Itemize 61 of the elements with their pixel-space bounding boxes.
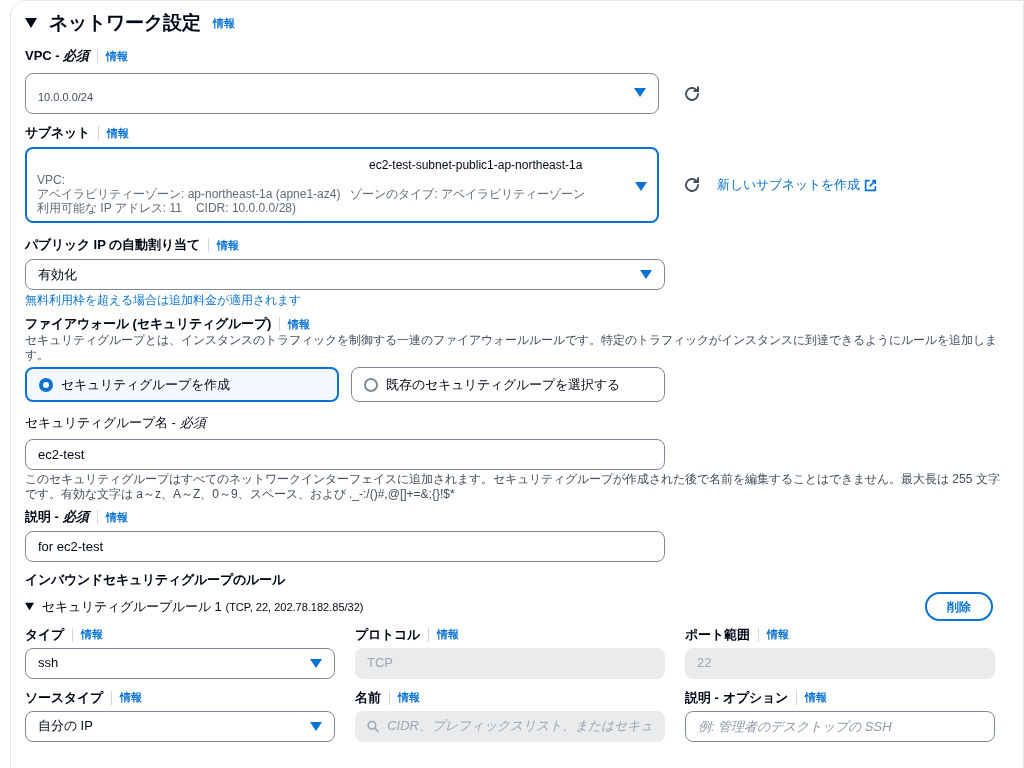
radio-option[interactable]: 既存のセキュリティグループを選択する bbox=[351, 367, 665, 402]
radio-option[interactable]: セキュリティグループを作成 bbox=[25, 367, 339, 402]
rule-toggle[interactable]: セキュリティグループルール 1 (TCP, 22, 202.78.182.85/32) bbox=[25, 596, 364, 617]
info-link[interactable]: 情報 bbox=[288, 315, 311, 333]
radio-icon bbox=[39, 377, 53, 392]
input-field: 22 bbox=[685, 647, 995, 679]
field-label: セキュリティグループ名 - 必須 bbox=[25, 415, 206, 430]
select-field[interactable]: ssh bbox=[25, 647, 335, 679]
vpc-select[interactable]: 10.0.0.0/24 bbox=[25, 73, 659, 114]
field-label: ソースタイプ bbox=[25, 688, 103, 707]
field-label: 説明 - オプション bbox=[685, 688, 788, 707]
section-toggle[interactable]: ネットワーク設定 bbox=[25, 8, 201, 38]
select-field[interactable]: 自分の IP bbox=[25, 710, 335, 742]
info-link[interactable]: 情報 bbox=[804, 689, 827, 706]
field-label: パブリック IP の自動割り当て bbox=[25, 236, 201, 255]
input-field[interactable]: for ec2-test bbox=[25, 531, 665, 562]
subnet-cidr: CIDR: 10.0.0.0/28) bbox=[195, 200, 296, 215]
subnet-vpc: VPC: bbox=[37, 172, 66, 187]
input-field[interactable]: ec2-test bbox=[25, 439, 665, 470]
info-link[interactable]: 情報 bbox=[437, 626, 459, 643]
dropdown-caret-icon bbox=[634, 88, 646, 97]
info-link[interactable]: 情報 bbox=[120, 689, 142, 706]
public-ip-select[interactable]: 有効化 bbox=[25, 259, 665, 290]
info-link[interactable]: 情報 bbox=[106, 47, 129, 65]
search-icon bbox=[367, 719, 380, 733]
refresh-icon[interactable] bbox=[683, 84, 701, 103]
field-label: ファイアウォール (セキュリティグループ) bbox=[25, 315, 272, 334]
delete-button[interactable]: 削除 bbox=[925, 592, 993, 621]
dropdown-caret-icon bbox=[310, 658, 322, 668]
input-field[interactable]: 例: 管理者のデスクトップの SSH bbox=[685, 710, 995, 742]
create-subnet-link[interactable]: 新しいサブネットを作成 bbox=[717, 175, 877, 195]
info-link[interactable]: 情報 bbox=[105, 508, 128, 526]
field-label: 説明 - 必須 bbox=[25, 508, 89, 527]
subnet-az: アベイラビリティーゾーン: ap-northeast-1a (apne1-az4) bbox=[37, 186, 341, 201]
field-label: サブネット bbox=[25, 124, 90, 143]
subnet-select[interactable]: ec2-test-subnet-public1-ap-northeast-1a VPC: アベイラビリティーゾーン: ap-northeast-1a (apne1-az4) ゾーンのタイプ: アベイラビリティーゾーン 利用可能な IP アドレス: 11 CIDR: 10.0.0.0/28) bbox=[25, 147, 659, 223]
dropdown-caret-icon bbox=[640, 270, 652, 279]
field-label: ポート範囲 bbox=[685, 625, 750, 644]
field-label: VPC - 必須 bbox=[25, 47, 90, 66]
radio-icon bbox=[364, 377, 378, 392]
field-label: 名前 bbox=[355, 688, 381, 707]
field-label: プロトコル bbox=[355, 625, 420, 644]
info-link[interactable]: 情報 bbox=[81, 626, 103, 643]
info-link[interactable]: 情報 bbox=[398, 689, 420, 706]
inbound-rules-heading: インバウンドセキュリティグループのルール bbox=[25, 571, 286, 589]
info-link[interactable]: 情報 bbox=[767, 626, 789, 643]
field-label: タイプ bbox=[25, 625, 64, 644]
info-link[interactable]: 情報 bbox=[213, 14, 235, 32]
subnet-ip-count: 利用可能な IP アドレス: 11 bbox=[37, 200, 182, 215]
info-link[interactable]: 情報 bbox=[107, 124, 129, 142]
dropdown-caret-icon bbox=[310, 721, 322, 731]
external-link-icon bbox=[864, 178, 877, 192]
subnet-zone-type: ゾーンのタイプ: アベイラビリティーゾーン bbox=[350, 186, 586, 201]
pricing-note-link[interactable]: 無料利用枠を超える場合は追加料金が適用されます bbox=[25, 291, 993, 309]
name-hint: このセキュリティグループはすべてのネットワークインターフェイスに追加されます。セキュリティグループが作成された後で名前を編集することはできません。最大長は 255 文字です。有効な文字は a～z、A～Z、0～9、スペース、および ._-:/()#,@[]+=&;{}!$* bbox=[25, 472, 1001, 502]
subnet-name: ec2-test-subnet-public1-ap-northeast-1a bbox=[368, 157, 584, 173]
firewall-description: セキュリティグループとは、インスタンスのトラフィックを制御する一連のファイアウォールルールです。特定のトラフィックがインスタンスに到達できるようにルールを追加します。 bbox=[25, 333, 998, 363]
input-field: TCP bbox=[355, 647, 665, 679]
info-link[interactable]: 情報 bbox=[217, 236, 240, 254]
dropdown-caret-icon bbox=[635, 181, 647, 191]
refresh-icon[interactable] bbox=[683, 176, 701, 194]
